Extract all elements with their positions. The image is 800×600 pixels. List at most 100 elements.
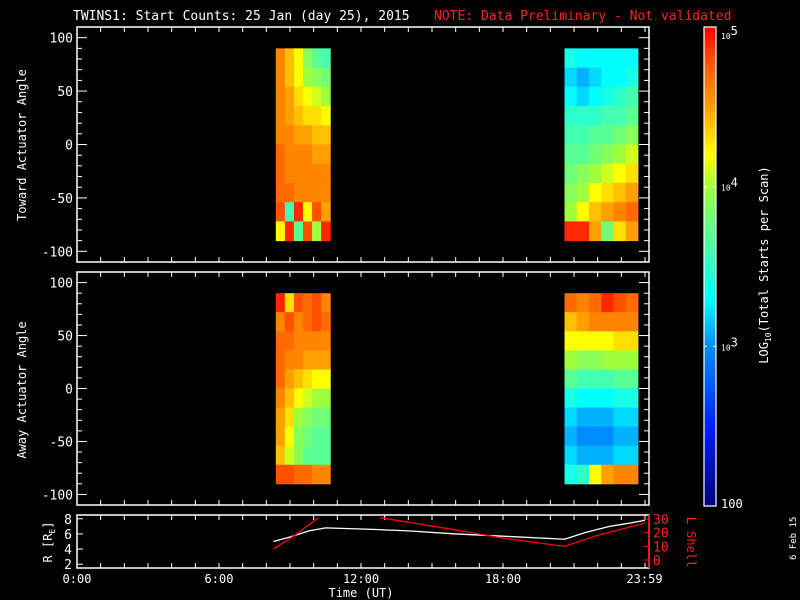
colorbar-segment [704,210,716,216]
colorbar-segment [704,374,716,379]
colorbar-segment [704,166,716,172]
heatmap-cell [601,464,614,485]
heatmap-cell [625,350,639,370]
colorbar-segment [704,298,716,304]
x-tick-label: 23:59 [626,572,662,586]
heatmap-cell [588,426,602,447]
colorbar-segment [704,290,716,296]
colorbar-segment [704,146,716,152]
y-tick-label: 50 [57,330,73,345]
heatmap-cell [284,312,295,332]
heatmap-cell [588,464,602,485]
colorbar-segment [704,246,716,252]
heatmap-cell [321,86,331,107]
heatmap-cell [303,163,313,184]
heatmap-cell [312,388,322,409]
heatmap-cell [275,221,286,242]
heatmap-cell [303,144,313,165]
colorbar-segment [704,262,716,268]
colorbar-segment [704,270,716,276]
heatmap-cell [601,350,614,370]
heatmap-cell [312,426,322,447]
heatmap-cell [284,125,295,145]
colorbar-segment [704,354,716,359]
heatmap-cell [312,86,322,107]
heatmap-cell [321,331,331,351]
heatmap-cell [613,125,627,145]
colorbar-segment [704,226,716,232]
heatmap-cell [564,369,578,389]
x-tick-label: 0:00 [63,572,92,586]
colorbar-segment [704,382,716,387]
heatmap-cell [564,163,578,184]
heatmap-cell [613,331,627,351]
colorbar-segment [704,406,716,411]
heatmap-cell [312,369,322,389]
colorbar-segment [704,462,716,467]
heatmap-cell [312,221,322,242]
colorbar-segment [704,186,716,192]
colorbar-segment [704,234,716,240]
heatmap-cell [588,144,602,165]
heatmap-cell [293,407,304,428]
colorbar-segment [704,82,716,88]
heatmap-cell [303,202,313,222]
heatmap-cell [293,445,304,466]
heatmap-cell [601,221,614,242]
heatmap-cell [284,182,295,203]
colorbar-segment [704,266,716,272]
colorbar-label-end: (Total Starts per Scan) [757,166,771,332]
heatmap-cell [293,293,304,313]
heatmap-cell [601,106,614,126]
colorbar-segment [704,162,716,168]
plot-title: TWINS1: Start Counts: 25 Jan (day 25), 2… [73,9,410,24]
heatmap-cell [275,202,286,222]
heatmap-cell [625,407,639,428]
heatmap-cell [576,163,590,184]
heatmap-cell [564,293,578,313]
heatmap-cell [576,182,590,203]
heatmap-cell [284,445,295,466]
colorbar-segment [704,454,716,459]
heatmap-cell [625,86,639,107]
colorbar-segment [704,286,716,292]
heatmap-cell [564,407,578,428]
heatmap-cell [312,202,322,222]
heatmap-cell [625,106,639,126]
heatmap-cell [564,331,578,351]
heatmap-cell [312,331,322,351]
heatmap-cell [588,331,602,351]
colorbar-segment [704,106,716,112]
heatmap-cell [275,67,286,88]
colorbar-tick-base: 10 [721,343,731,352]
colorbar-segment [704,150,716,156]
heatmap-cell [275,163,286,184]
heatmap-cell [312,67,322,88]
colorbar-segment [704,178,716,184]
panel-frame [76,26,650,263]
heatmap-cell [576,407,590,428]
heatmap-cell [564,86,578,107]
lshell-line [273,517,319,550]
heatmap-cell [321,464,331,485]
heatmap-cell [275,350,286,370]
heatmap-cell [275,369,286,389]
colorbar-segment [704,250,716,256]
colorbar-segment [704,86,716,92]
colorbar-segment [704,338,716,343]
heatmap-cell [613,163,627,184]
heatmap-cell [303,125,313,145]
heatmap-cell [625,182,639,203]
heatmap-cell [284,163,295,184]
heatmap-cell [321,144,331,165]
heatmap-cell [293,312,304,332]
colorbar-segment [704,330,716,335]
heatmap-cell [312,312,322,332]
colorbar-segment [704,174,716,180]
colorbar-segment [704,326,716,331]
heatmap-cell [303,67,313,88]
time-xlabel: Time (UT) [328,586,393,600]
colorbar-segment [704,50,716,56]
heatmap-cell [564,445,578,466]
colorbar-segment [704,94,716,100]
